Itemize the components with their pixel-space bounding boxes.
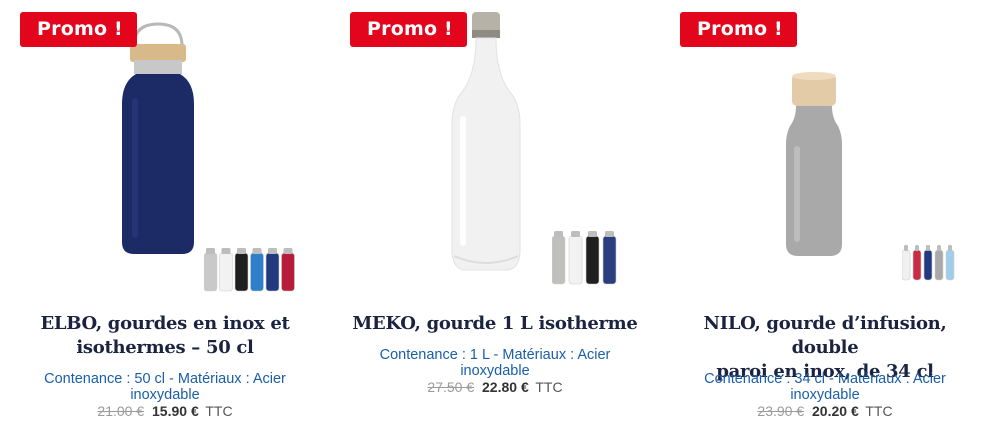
promo-badge: Promo ! (680, 12, 797, 47)
tax-label: TTC (865, 403, 893, 419)
product-title-line[interactable]: NILO, gourde d’infusion, double (670, 312, 980, 360)
variant-colors (552, 231, 617, 285)
description-line: Contenance : 1 L - Matériaux : Acier (379, 347, 611, 363)
variant-colors (204, 248, 295, 292)
product-card[interactable]: Promo ! NILO, gourde d’infusion, double … (670, 0, 980, 433)
product-card[interactable]: Promo ! MEKO, gourde 1 L isotherme Conte… (340, 0, 650, 433)
product-description: Contenance : 50 cl - Matériaux : Acier i… (10, 371, 320, 403)
product-title-line[interactable]: isothermes – 50 cl (10, 336, 320, 360)
old-price: 27.50 € (427, 379, 475, 395)
variant-swatch-cap (588, 231, 597, 237)
promo-badge: Promo ! (350, 12, 467, 47)
product-title-line[interactable]: MEKO, gourde 1 L isotherme (340, 312, 650, 336)
price: 21.00 € 15.90 € TTC (10, 403, 320, 419)
variant-swatch-cap (937, 245, 941, 251)
tax-label: TTC (535, 379, 563, 395)
variant-swatch (945, 249, 955, 281)
variant-swatch (219, 252, 233, 292)
description-line: inoxydable (790, 387, 860, 403)
variant-swatch-cap (252, 248, 262, 254)
variant-swatch-cap (268, 248, 277, 254)
variant-swatch (902, 249, 911, 281)
variant-swatch (912, 249, 922, 281)
description-line: inoxydable (460, 363, 530, 379)
variant-swatch (281, 252, 295, 292)
product-title-line[interactable]: ELBO, gourdes en inox et (10, 312, 320, 336)
variant-swatch (923, 249, 933, 281)
variant-swatch-cap (605, 231, 614, 237)
variant-swatch-cap (283, 248, 293, 254)
description-line: Contenance : 50 cl - Matériaux : Acier (44, 371, 286, 387)
product-grid: Promo ! ELBO, gourdes en inox et isother… (0, 0, 990, 433)
variant-swatch-cap (915, 245, 919, 251)
variant-swatch-cap (904, 245, 908, 251)
variant-swatch (602, 235, 617, 285)
sale-price: 15.90 € (152, 403, 199, 419)
promo-badge: Promo ! (20, 12, 137, 47)
variant-swatch-cap (237, 248, 246, 254)
variant-swatch-cap (206, 248, 215, 254)
product-description: Contenance : 34 cl - Matériaux : Acier i… (670, 371, 980, 403)
price: 23.90 € 20.20 € TTC (670, 403, 980, 419)
old-price: 21.00 € (97, 403, 145, 419)
variant-swatch (204, 252, 218, 292)
variant-swatch (585, 235, 600, 285)
variant-swatch (552, 235, 566, 285)
variant-swatch-cap (221, 248, 231, 254)
variant-swatch (250, 252, 264, 292)
variant-swatch (265, 252, 280, 292)
variant-swatch (234, 252, 249, 292)
variant-swatch (934, 249, 944, 281)
variant-swatch-cap (948, 245, 952, 251)
old-price: 23.90 € (757, 403, 805, 419)
variant-swatch-cap (926, 245, 930, 251)
variant-swatch-cap (571, 231, 580, 237)
variant-colors (902, 245, 955, 281)
product-description: Contenance : 1 L - Matériaux : Acier ino… (340, 347, 650, 379)
variant-swatch (568, 235, 583, 285)
description-line: inoxydable (130, 387, 200, 403)
sale-price: 20.20 € (812, 403, 859, 419)
description-line: Contenance : 34 cl - Matériaux : Acier (704, 371, 946, 387)
product-title[interactable]: MEKO, gourde 1 L isotherme (340, 312, 650, 336)
sale-price: 22.80 € (482, 379, 529, 395)
product-card[interactable]: Promo ! ELBO, gourdes en inox et isother… (10, 0, 320, 433)
variant-swatch-cap (554, 231, 563, 237)
price: 27.50 € 22.80 € TTC (340, 379, 650, 395)
product-title[interactable]: ELBO, gourdes en inox et isothermes – 50… (10, 312, 320, 360)
tax-label: TTC (205, 403, 233, 419)
